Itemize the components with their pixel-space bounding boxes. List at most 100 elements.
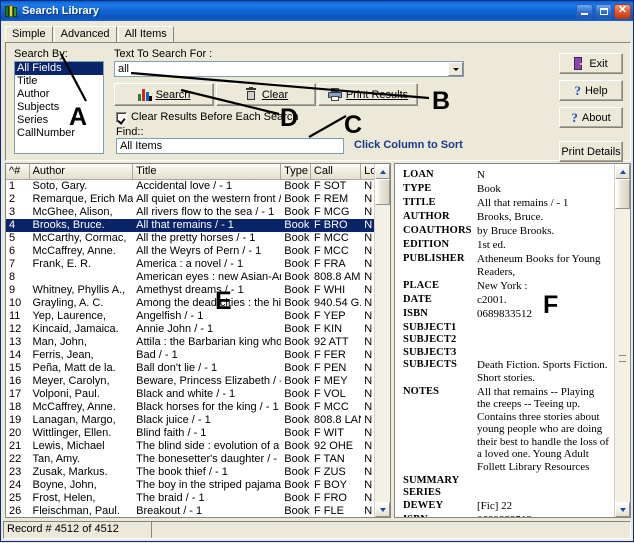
cell-call: F KIN: [313, 323, 343, 335]
table-row[interactable]: 10 Grayling, A. C. Among the dead cities :…: [6, 297, 390, 310]
cell-author: McGhee, Alison,: [32, 206, 113, 218]
print-results-button[interactable]: Print Results: [318, 83, 418, 106]
cell-call: 808.8 AME: [313, 271, 361, 283]
detail-scroll-up-button[interactable]: [615, 164, 630, 179]
detail-scroll-track[interactable]: [615, 179, 630, 502]
table-row[interactable]: 15 Peña, Matt de la. Ball don't lie / - 1 B…: [6, 362, 390, 375]
detail-field-value: Brooks, Bruce.: [477, 211, 544, 223]
table-row[interactable]: 8 American eyes : new Asian-Americ...Book…: [6, 271, 390, 284]
cell-call: 940.54 G...: [313, 297, 362, 309]
tab-advanced[interactable]: Advanced: [53, 26, 117, 42]
tab-simple[interactable]: Simple: [5, 26, 53, 42]
window-controls: ✕: [576, 3, 631, 19]
search-by-option-series[interactable]: Series: [15, 114, 103, 127]
table-row[interactable]: 25 Frost, Helen, The braid / - 1 Book F FRO N: [6, 492, 390, 505]
search-by-option-callnumber[interactable]: CallNumber: [15, 127, 103, 140]
about-button[interactable]: ? About: [559, 107, 623, 128]
close-button[interactable]: ✕: [614, 3, 631, 19]
exit-button[interactable]: Exit: [559, 53, 623, 74]
find-combobox[interactable]: All Items: [116, 138, 344, 154]
tab-all-items[interactable]: All Items: [117, 26, 174, 42]
search-action-buttons: Search Clear Print Results: [114, 83, 418, 106]
table-row[interactable]: 2 Remarque, Erich Maria,All quiet on the …: [6, 193, 390, 206]
table-row[interactable]: 14 Ferris, Jean, Bad / - 1 Book F FER N: [6, 349, 390, 362]
cell-num: 24: [9, 479, 22, 491]
grid-header-row: ^# Author Title Type Call Loan: [6, 164, 390, 180]
grid-scroll-thumb[interactable]: [375, 179, 390, 205]
detail-field-value: All that remains / - 1: [477, 197, 569, 209]
table-row[interactable]: 9 Whitney, Phyllis A., Amethyst dreams / -…: [6, 284, 390, 297]
printer-icon: [327, 88, 342, 101]
table-row[interactable]: 4 Brooks, Bruce. All that remains / - 1 Boo…: [6, 219, 390, 232]
cell-num: 10: [9, 297, 22, 309]
column-header-type[interactable]: Type: [281, 164, 311, 179]
table-row[interactable]: 22 Tan, Amy. The bonesetter's daughter / -…: [6, 453, 390, 466]
cell-num: 8: [9, 271, 16, 283]
detail-field-value: by Bruce Brooks.: [477, 225, 555, 237]
maximize-button[interactable]: [595, 3, 612, 19]
table-row[interactable]: 3 McGhee, Alison, All rivers flow to the s…: [6, 206, 390, 219]
table-row[interactable]: 18 McCaffrey, Anne. Black horses for the k…: [6, 401, 390, 414]
table-row[interactable]: 16 Meyer, Carolyn, Beware, Princess Elizab…: [6, 375, 390, 388]
detail-field-label: SUBJECT1: [403, 321, 457, 333]
column-header-call[interactable]: Call: [310, 164, 362, 179]
column-header-author[interactable]: Author: [29, 164, 134, 179]
detail-row: SUBJECT2: [403, 334, 610, 345]
bar-chart-icon: [137, 88, 152, 101]
text-to-search-input[interactable]: all: [115, 63, 448, 75]
table-row[interactable]: 20 Wittlinger, Ellen. Blind faith / - 1 Boo…: [6, 427, 390, 440]
cell-author: Kincaid, Jamaica.: [32, 323, 119, 335]
search-by-option-all-fields[interactable]: All Fields: [15, 62, 103, 75]
chevron-down-icon[interactable]: [448, 62, 463, 76]
cell-type: Book: [284, 427, 310, 439]
cell-title: The boy in the striped pajamas : a ...: [136, 479, 282, 491]
text-to-search-combobox[interactable]: all: [114, 61, 464, 77]
detail-scroll-down-button[interactable]: [615, 502, 630, 517]
table-row[interactable]: 23 Zusak, Markus. The book thief / - 1 Book…: [6, 466, 390, 479]
search-by-option-title[interactable]: Title: [15, 75, 103, 88]
clear-results-checkbox-row[interactable]: Clear Results Before Each Search: [116, 111, 299, 123]
cell-author: Volponi, Paul.: [32, 388, 100, 400]
cell-author: Frost, Helen,: [32, 492, 96, 504]
search-button[interactable]: Search: [114, 83, 214, 106]
find-value[interactable]: All Items: [117, 140, 343, 152]
cell-type: Book: [284, 323, 310, 335]
grid-scroll-up-button[interactable]: [375, 164, 390, 179]
table-row[interactable]: 12 Kincaid, Jamaica. Annie John / - 1 Book F…: [6, 323, 390, 336]
search-by-listbox[interactable]: All Fields Title Author Subjects Series …: [14, 61, 104, 154]
table-row[interactable]: 24 Boyne, John, The boy in the striped paj…: [6, 479, 390, 492]
record-detail-pane[interactable]: LOAN N TYPE Book TITLE All that remains / - 1…: [394, 163, 631, 518]
column-header-number[interactable]: ^#: [6, 164, 30, 179]
table-row[interactable]: 21 Lewis, Michael The blind side : evoluti…: [6, 440, 390, 453]
cell-title: All the Weyrs of Pern / - 1: [136, 245, 262, 257]
cell-author: Grayling, A. C.: [32, 297, 104, 309]
help-button[interactable]: ? Help: [559, 80, 623, 101]
cell-author: Brooks, Bruce.: [32, 219, 105, 231]
detail-scroll-thumb[interactable]: [615, 179, 630, 209]
cell-title: All rivers flow to the sea / - 1: [136, 206, 275, 218]
detail-field-label: SUBJECT3: [403, 346, 457, 358]
grid-body[interactable]: 1 Soto, Gary. Accidental love / - 1 Book F S…: [6, 180, 390, 517]
grid-vertical-scrollbar[interactable]: [374, 164, 390, 517]
cell-call: F BRO: [313, 219, 348, 231]
detail-vertical-scrollbar[interactable]: [614, 164, 630, 517]
search-by-option-subjects[interactable]: Subjects: [15, 101, 103, 114]
clear-results-checkbox[interactable]: [116, 111, 127, 123]
minimize-button[interactable]: [576, 3, 593, 19]
table-row[interactable]: 7 Frank, E. R. America : a novel / - 1 Book…: [6, 258, 390, 271]
grid-scroll-track[interactable]: [375, 179, 390, 502]
column-header-title[interactable]: Title: [133, 164, 282, 179]
table-row[interactable]: 13 Man, John, Attila : the Barbarian king …: [6, 336, 390, 349]
table-row[interactable]: 5 McCarthy, Cormac, All the pretty horses …: [6, 232, 390, 245]
clear-button[interactable]: Clear: [216, 83, 316, 106]
table-row[interactable]: 11 Yep, Laurence, Angelfish / - 1 Book F YEP…: [6, 310, 390, 323]
table-row[interactable]: 26 Fleischman, Paul. Breakout / - 1 Book F F…: [6, 505, 390, 517]
search-by-option-author[interactable]: Author: [15, 88, 103, 101]
table-row[interactable]: 1 Soto, Gary. Accidental love / - 1 Book F S…: [6, 180, 390, 193]
print-details-button[interactable]: Print Details: [559, 141, 623, 162]
results-grid[interactable]: ^# Author Title Type Call Loan 1 Soto, Ga…: [5, 163, 391, 518]
table-row[interactable]: 6 McCaffrey, Anne. All the Weyrs of Pern /…: [6, 245, 390, 258]
table-row[interactable]: 17 Volponi, Paul. Black and white / - 1 Boo…: [6, 388, 390, 401]
table-row[interactable]: 19 Lanagan, Margo, Black juice / - 1 Book 80…: [6, 414, 390, 427]
grid-scroll-down-button[interactable]: [375, 502, 390, 517]
